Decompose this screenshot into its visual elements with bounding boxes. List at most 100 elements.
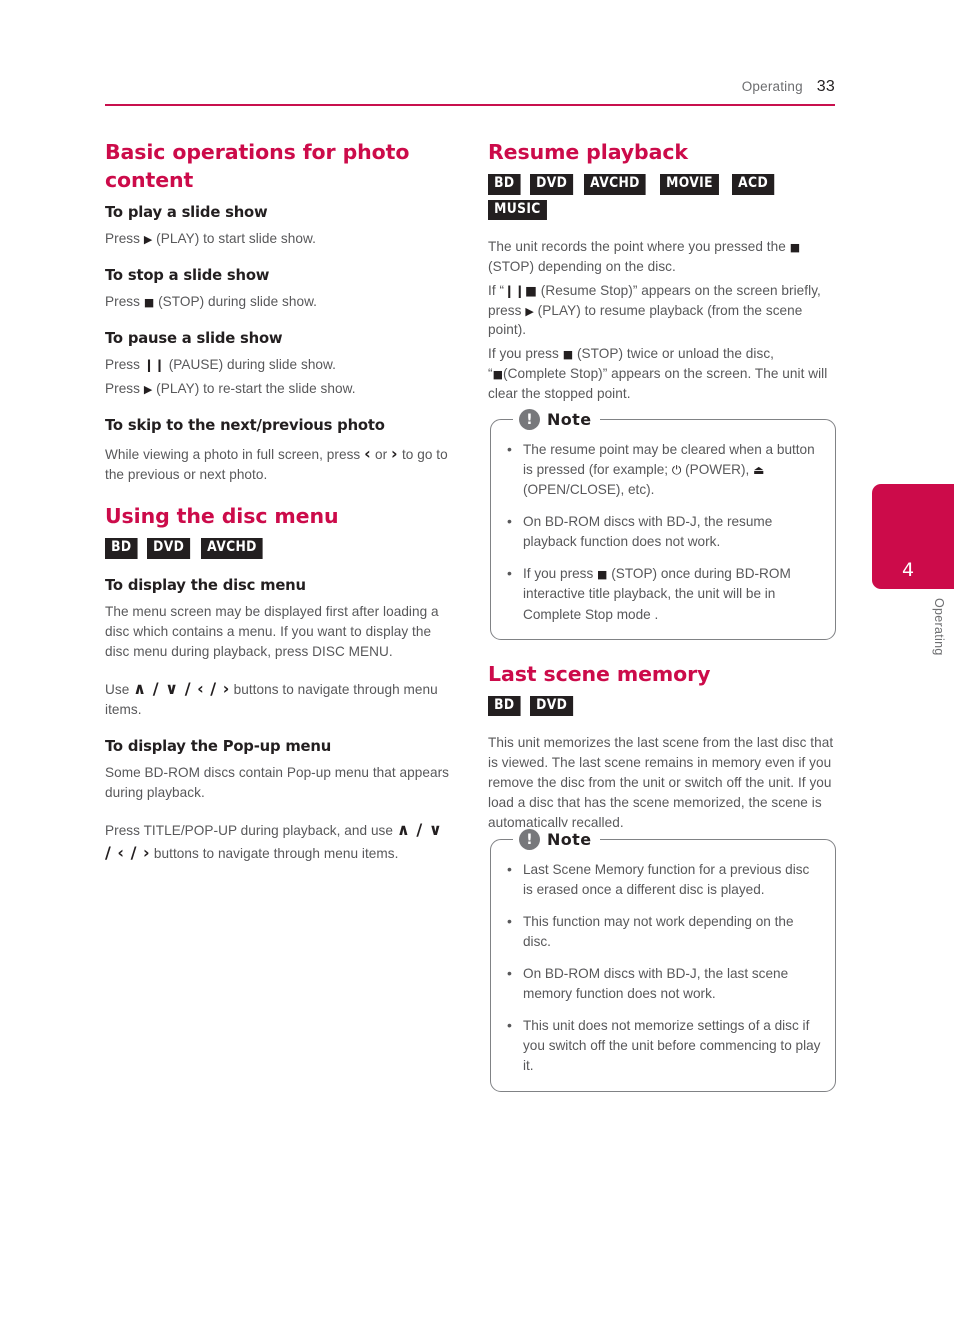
body-display-disc-menu-p2: Use ∧ / ∨ / ‹ / › buttons to navigate th… <box>105 677 450 720</box>
header-divider-rule <box>105 104 835 106</box>
text-pre: The resume point may be cleared when a b… <box>523 441 815 477</box>
note-item: On BD-ROM discs with BD-J, the last scen… <box>501 963 821 1004</box>
play-icon: ▶ <box>525 304 534 318</box>
note-item: On BD-ROM discs with BD-J, the resume pl… <box>501 511 821 552</box>
section-skip-photo: To skip to the next/previous photo While… <box>105 416 450 485</box>
section-pause-slide-show: To pause a slide show Press ❙❙ (PAUSE) d… <box>105 329 450 399</box>
body-stop-slide-show: Press ■ (STOP) during slide show. <box>105 292 450 312</box>
exclamation-icon: ! <box>519 829 540 851</box>
text-post: (STOP) during slide show. <box>154 293 318 309</box>
section-stop-slide-show: To stop a slide show Press ■ (STOP) duri… <box>105 266 450 312</box>
power-icon: ⏻ <box>671 462 682 477</box>
open-close-eject-icon: ⏏ <box>753 462 765 477</box>
media-badge-dvd: DVD <box>530 174 574 195</box>
stop-icon: ■ <box>143 295 155 309</box>
note-item: This function may not work depending on … <box>501 911 821 952</box>
note-item: Last Scene Memory function for a previou… <box>501 859 821 900</box>
page-running-header: Operating 33 <box>105 78 835 96</box>
media-badge-dvd: DVD <box>530 695 574 717</box>
section-play-slide-show: To play a slide show Press ▶ (PLAY) to s… <box>105 203 450 249</box>
section-title-using-the-disc-menu: Using the disc menu <box>105 504 339 529</box>
body-display-popup-menu-p1: Some BD-ROM discs contain Pop-up menu th… <box>105 764 450 800</box>
text-mid: (POWER), <box>681 461 754 477</box>
body-pause-slide-show-line2: Press ▶ (PLAY) to re-start the slide sho… <box>105 379 450 399</box>
header-section-label: Operating <box>741 79 803 94</box>
text-post: buttons to navigate through menu items. <box>150 846 399 861</box>
body-play-slide-show: Press ▶ (PLAY) to start slide show. <box>105 229 450 249</box>
note-title: Note <box>547 830 592 850</box>
page-title-basic-operations: Basic operations for photo content <box>105 140 410 193</box>
chapter-tab-label: Operating <box>932 598 946 656</box>
media-badge-avchd: AVCHD <box>584 174 647 195</box>
media-badge-dvd: DVD <box>147 538 191 559</box>
text-pre: If you press <box>488 346 563 362</box>
text-pre: The unit records the point where you pre… <box>488 239 790 255</box>
media-badges-resume-playback: BD DVD AVCHD MOVIE ACD MUSIC <box>488 174 836 225</box>
body-skip-photo: While viewing a photo in full screen, pr… <box>105 442 450 485</box>
dpad-arrows-icon: ∧ / ∨ / ‹ / › <box>133 678 230 698</box>
text-pre: Use <box>105 681 134 697</box>
body-last-scene-memory: This unit memorizes the last scene from … <box>488 735 834 830</box>
text-pre: Press <box>105 380 144 396</box>
text-post: (OPEN/CLOSE), etc). <box>523 482 655 498</box>
media-badge-acd: ACD <box>731 174 774 195</box>
note-box-resume-playback: ! Note The resume point may be cleared w… <box>490 406 836 640</box>
text-post: (PAUSE) during slide show. <box>164 356 336 372</box>
note-item: If you press ■ (STOP) once during BD-ROM… <box>501 563 821 624</box>
resume-stop-icon: ❙❙■ <box>504 282 537 298</box>
text-pre: Press TITLE/POP-UP during playback, and … <box>105 822 397 838</box>
left-column: Basic operations for photo content To pl… <box>105 138 450 881</box>
media-badge-bd: BD <box>488 695 521 717</box>
note-list-resume: The resume point may be cleared when a b… <box>501 439 821 625</box>
section-title-last-scene-memory: Last scene memory <box>488 661 711 686</box>
note-header: ! Note <box>513 826 601 853</box>
body-resume-line3: If you press ■ (STOP) twice or unload th… <box>488 344 836 404</box>
note-list-last-scene: Last Scene Memory function for a previou… <box>501 859 821 1077</box>
media-badge-movie: MOVIE <box>659 174 719 195</box>
heading-to-stop-a-slide-show: To stop a slide show <box>105 266 270 284</box>
right-column: Resume playback BD DVD AVCHD MOVIE ACDMUSIC … <box>488 138 836 1112</box>
body-resume-line2: If “❙❙■ (Resume Stop)” appears on the sc… <box>488 281 836 341</box>
text-post: (STOP) depending on the disc. <box>488 258 676 274</box>
media-badges-last-scene: BD DVD <box>488 695 836 721</box>
heading-to-skip-next-previous-photo: To skip to the next/previous photo <box>105 416 385 434</box>
chapter-tab: 4 <box>872 484 954 589</box>
body-pause-slide-show-line1: Press ❙❙ (PAUSE) during slide show. <box>105 355 450 375</box>
text-mid: or <box>371 446 392 462</box>
exclamation-icon: ! <box>519 409 540 431</box>
stop-icon: ■ <box>597 568 608 582</box>
section-display-popup-menu: To display the Pop-up menu Some BD-ROM d… <box>105 737 450 865</box>
chapter-number: 4 <box>902 559 915 581</box>
page-number: 33 <box>816 78 835 95</box>
media-badge-avchd: AVCHD <box>201 538 264 559</box>
stop-icon: ■ <box>789 241 801 255</box>
text-pre: While viewing a photo in full screen, pr… <box>105 446 365 462</box>
note-header: ! Note <box>513 406 601 433</box>
heading-to-pause-a-slide-show: To pause a slide show <box>105 329 283 347</box>
text-pre: If you press <box>523 566 598 582</box>
heading-to-display-the-popup-menu: To display the Pop-up menu <box>105 737 332 755</box>
section-display-disc-menu: To display the disc menu The menu screen… <box>105 576 450 720</box>
text-post: (PLAY) to re-start the slide show. <box>152 380 356 396</box>
stop-icon: ■ <box>562 348 574 362</box>
note-title: Note <box>547 410 592 430</box>
media-badge-music: MUSIC <box>488 199 547 221</box>
media-badges-disc-menu: BD DVD AVCHD <box>105 538 450 563</box>
body-resume-line1: The unit records the point where you pre… <box>488 237 836 277</box>
section-title-resume-playback: Resume playback <box>488 140 688 164</box>
text-post: (PLAY) to start slide show. <box>152 230 316 246</box>
heading-to-play-a-slide-show: To play a slide show <box>105 203 268 221</box>
text-pre: On BD-ROM discs with BD-J, the resume pl… <box>523 514 773 550</box>
stop-icon: ■ <box>492 368 504 382</box>
text-pre: Press <box>105 230 144 246</box>
body-display-popup-menu-p2: Press TITLE/POP-UP during playback, and … <box>105 818 450 865</box>
pause-icon: ❙❙ <box>143 356 165 372</box>
text-pre: If “ <box>488 282 505 298</box>
media-badge-bd: BD <box>488 174 521 195</box>
note-box-last-scene-memory: ! Note Last Scene Memory function for a … <box>490 826 836 1092</box>
note-item: This unit does not memorize settings of … <box>501 1015 821 1076</box>
text-pre: Press <box>105 356 144 372</box>
text-post: (PLAY) to resume playback (from the scen… <box>488 302 803 338</box>
note-item: The resume point may be cleared when a b… <box>501 439 821 500</box>
text-post: (Complete Stop)” appears on the screen. … <box>488 366 828 401</box>
